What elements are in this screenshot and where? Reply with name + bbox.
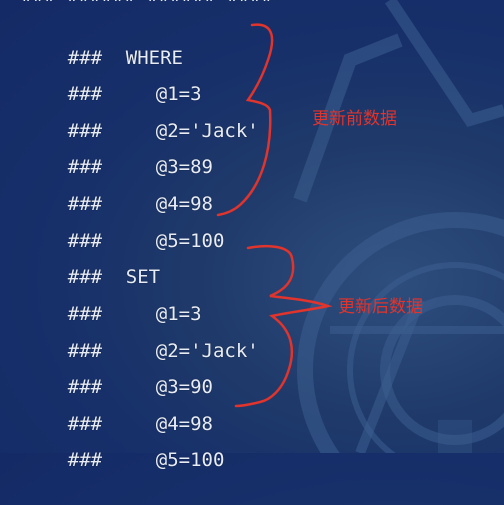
terminal-output: ### ###### ###### #### ###WHERE ###@1=3 …: [0, 0, 504, 471]
where-line: ### WHERE: [22, 13, 183, 69]
after-value-line: ### @2='Jack': [22, 306, 259, 362]
before-value-line: ### @3=89: [22, 122, 213, 178]
cropped-top-line: ### ###### ###### ####: [22, 0, 274, 4]
before-value-line: ### @5=100: [22, 196, 225, 252]
before-value-line: ### @1=3: [22, 49, 202, 105]
before-value-line: ### @4=98: [22, 159, 213, 215]
set-line: ### SET: [22, 232, 160, 288]
after-data-label: 更新后数据: [338, 297, 423, 317]
after-value-line: ### @4=98: [22, 379, 213, 435]
after-value-line: ### @5=100: [22, 415, 225, 471]
after-value-line: ### @1=3: [22, 269, 202, 325]
before-data-label: 更新前数据: [312, 109, 397, 129]
after-value-5: @5=100: [155, 449, 225, 471]
before-value-5: @5=100: [155, 230, 225, 252]
before-value-line: ### @2='Jack': [22, 86, 259, 142]
after-value-line: ### @3=90: [22, 342, 213, 398]
line-prefix: ###: [67, 449, 103, 471]
